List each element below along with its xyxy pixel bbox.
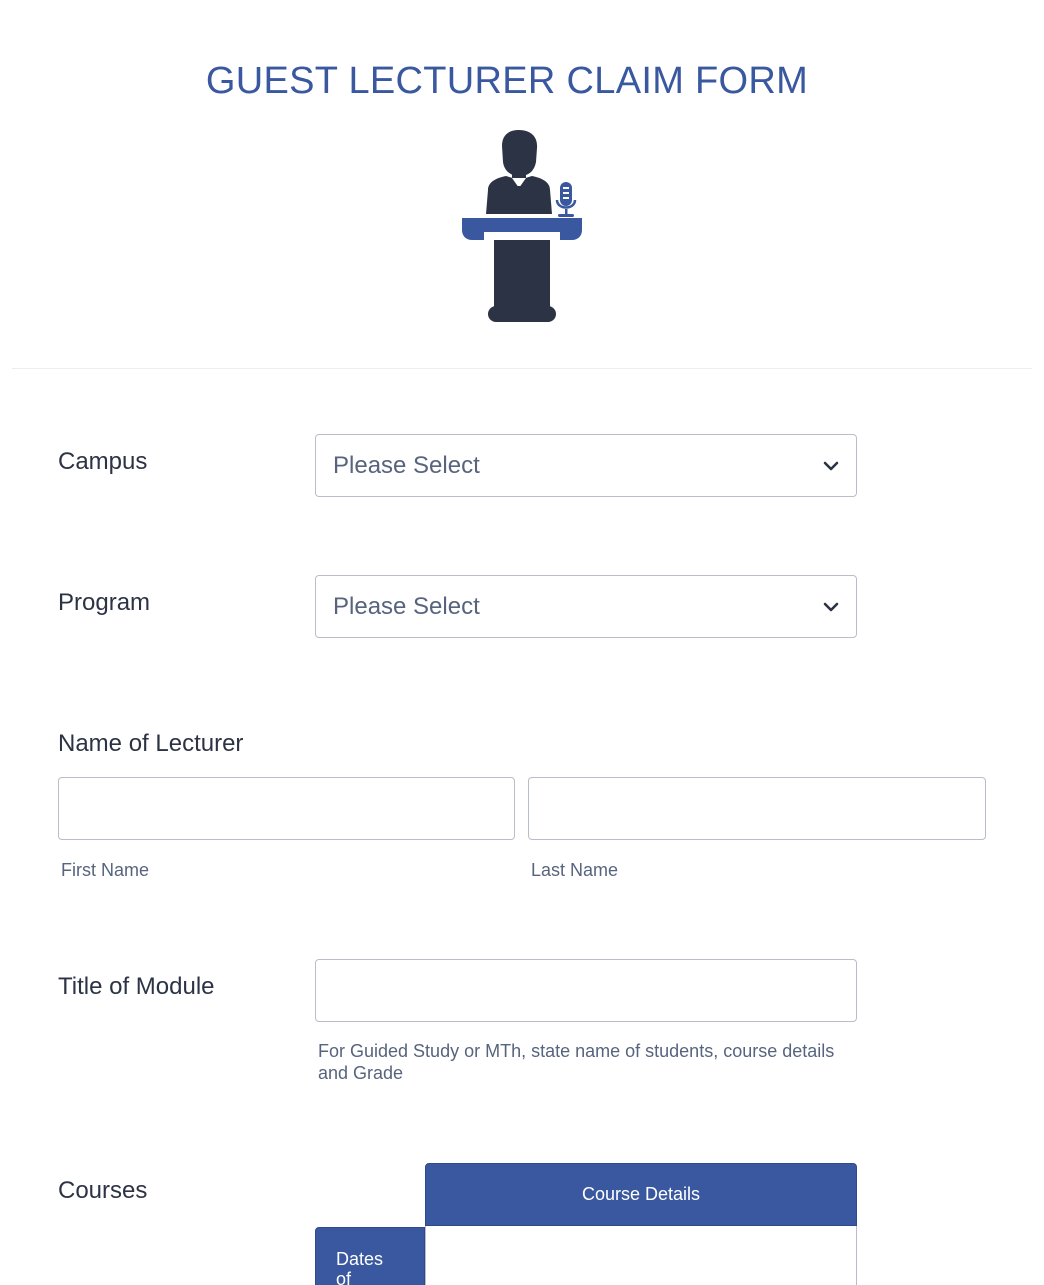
chevron-down-icon xyxy=(823,602,839,612)
last-name-sublabel: Last Name xyxy=(531,860,619,880)
dates-of-row-header: Dates of xyxy=(315,1227,425,1285)
program-select[interactable]: Please Select xyxy=(315,575,857,638)
module-title-input[interactable] xyxy=(315,959,857,1022)
courses-label: Courses xyxy=(58,1177,148,1204)
program-select-value: Please Select xyxy=(333,592,480,620)
podium-speaker-icon xyxy=(462,130,582,322)
course-details-column-header: Course Details xyxy=(425,1163,857,1226)
first-name-input[interactable] xyxy=(58,777,515,840)
header-divider xyxy=(12,368,1032,369)
campus-select-value: Please Select xyxy=(333,451,480,479)
campus-select[interactable]: Please Select xyxy=(315,434,857,497)
form-page: GUEST LECTURER CLAIM FORM Campus Please … xyxy=(0,0,1044,1285)
campus-label: Campus xyxy=(58,448,148,475)
program-label: Program xyxy=(58,589,151,616)
module-title-label: Title of Module xyxy=(58,973,215,1000)
first-name-sublabel: First Name xyxy=(61,860,150,880)
form-title: GUEST LECTURER CLAIM FORM xyxy=(205,60,809,102)
last-name-input[interactable] xyxy=(528,777,986,840)
chevron-down-icon xyxy=(823,461,839,471)
module-title-help: For Guided Study or MTh, state name of s… xyxy=(318,1041,835,1083)
course-details-cell[interactable] xyxy=(425,1226,857,1285)
lecturer-name-label: Name of Lecturer xyxy=(58,730,244,757)
